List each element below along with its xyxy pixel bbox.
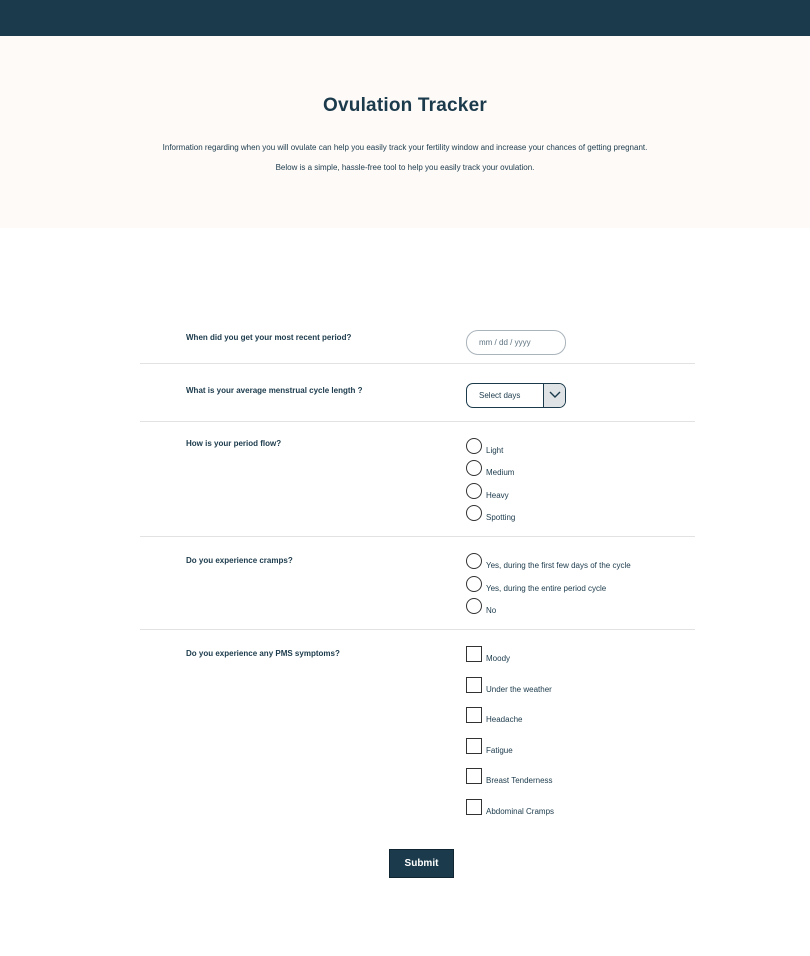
cycle-length-select[interactable]: Select days <box>466 383 566 408</box>
flow-option-label: Heavy <box>486 491 509 500</box>
flow-option-medium[interactable]: Medium <box>466 460 706 482</box>
cramps-option-label: Yes, during the first few days of the cy… <box>486 561 631 570</box>
pms-option-headache[interactable]: Headache <box>466 707 706 729</box>
pms-question: Do you experience any PMS symptoms? <box>186 649 340 658</box>
period-date-input[interactable]: mm / dd / yyyy <box>466 330 566 355</box>
radio-button[interactable] <box>466 483 482 499</box>
pms-option-label: Breast Tenderness <box>486 776 553 785</box>
cramps-option-no[interactable]: No <box>466 598 706 620</box>
pms-row: Do you experience any PMS symptoms? Mood… <box>140 630 695 830</box>
radio-button[interactable] <box>466 438 482 454</box>
cramps-option-first-days[interactable]: Yes, during the first few days of the cy… <box>466 553 706 575</box>
flow-option-heavy[interactable]: Heavy <box>466 483 706 505</box>
top-navigation-bar <box>0 0 810 36</box>
select-arrow-button[interactable] <box>543 384 565 407</box>
pms-option-label: Moody <box>486 654 511 663</box>
intro-subtext: Below is a simple, hassle-free tool to h… <box>275 163 535 172</box>
period-flow-options: Light Medium Heavy Spotting <box>466 438 706 528</box>
checkbox[interactable] <box>466 799 482 815</box>
period-flow-question: How is your period flow? <box>186 439 282 448</box>
period-flow-row: How is your period flow? Light Medium He… <box>140 422 695 537</box>
flow-option-light[interactable]: Light <box>466 438 706 460</box>
pms-option-abdominal-cramps[interactable]: Abdominal Cramps <box>466 799 706 821</box>
checkbox[interactable] <box>466 768 482 784</box>
cramps-question: Do you experience cramps? <box>186 556 293 565</box>
pms-options: Moody Under the weather Headache Fatigue… <box>466 646 706 826</box>
radio-button[interactable] <box>466 553 482 569</box>
pms-option-moody[interactable]: Moody <box>466 646 706 668</box>
cramps-row: Do you experience cramps? Yes, during th… <box>140 537 695 630</box>
radio-button[interactable] <box>466 576 482 592</box>
flow-option-label: Spotting <box>486 513 516 522</box>
cramps-options: Yes, during the first few days of the cy… <box>466 553 706 623</box>
submit-button[interactable]: Submit <box>389 849 454 878</box>
cycle-length-question: What is your average menstrual cycle len… <box>186 386 363 395</box>
hero-section: Ovulation Tracker Information regarding … <box>0 36 810 228</box>
checkbox[interactable] <box>466 707 482 723</box>
flow-option-spotting[interactable]: Spotting <box>466 505 706 527</box>
pms-option-label: Headache <box>486 715 523 724</box>
period-date-question: When did you get your most recent period… <box>186 333 352 342</box>
period-date-row: When did you get your most recent period… <box>140 300 695 364</box>
checkbox[interactable] <box>466 646 482 662</box>
pms-option-breast-tenderness[interactable]: Breast Tenderness <box>466 768 706 790</box>
cycle-length-row: What is your average menstrual cycle len… <box>140 364 695 422</box>
cramps-option-label: No <box>486 606 497 615</box>
radio-button[interactable] <box>466 505 482 521</box>
radio-button[interactable] <box>466 598 482 614</box>
cramps-option-entire-cycle[interactable]: Yes, during the entire period cycle <box>466 576 706 598</box>
radio-button[interactable] <box>466 460 482 476</box>
pms-option-label: Under the weather <box>486 685 552 694</box>
pms-option-label: Abdominal Cramps <box>486 807 555 816</box>
flow-option-label: Medium <box>486 468 515 477</box>
pms-option-fatigue[interactable]: Fatigue <box>466 738 706 760</box>
chevron-down-icon <box>549 391 561 398</box>
checkbox[interactable] <box>466 677 482 693</box>
pms-option-under-the-weather[interactable]: Under the weather <box>466 677 706 699</box>
cramps-option-label: Yes, during the entire period cycle <box>486 584 607 593</box>
page-title: Ovulation Tracker <box>323 95 487 116</box>
checkbox[interactable] <box>466 738 482 754</box>
flow-option-label: Light <box>486 446 504 455</box>
pms-option-label: Fatigue <box>486 746 513 755</box>
ovulation-form: When did you get your most recent period… <box>140 300 695 830</box>
cycle-length-select-value: Select days <box>479 391 521 400</box>
intro-text: Information regarding when you will ovul… <box>162 143 648 152</box>
